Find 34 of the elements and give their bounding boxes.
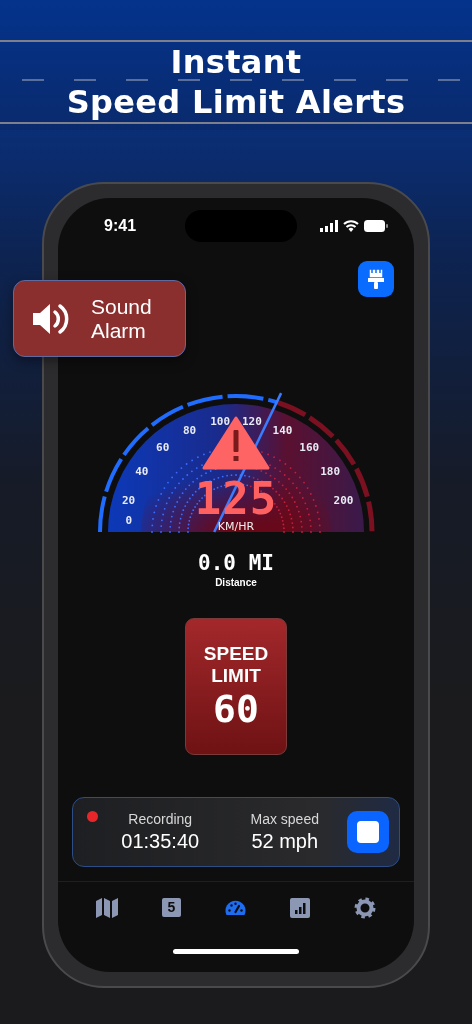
tab[interactable]: 5	[158, 894, 185, 921]
dial-label: 140	[272, 424, 293, 438]
gauge-icon	[225, 899, 246, 916]
settings-icon	[354, 896, 376, 919]
callout-text: Sound Alarm	[91, 294, 152, 343]
distance-label: Distance	[215, 577, 257, 588]
dial-label: 120	[241, 415, 262, 429]
brush-icon	[367, 268, 385, 290]
dial-label: 100	[210, 415, 231, 429]
signal-icon	[320, 220, 338, 232]
stop-button[interactable]	[347, 811, 389, 853]
dial-label: 180	[320, 465, 341, 479]
battery-icon	[364, 220, 388, 232]
dial-label: 160	[299, 441, 320, 455]
headline: Instant Speed Limit Alerts	[66, 42, 406, 122]
dial-label: 80	[182, 424, 197, 438]
stop-icon	[357, 821, 379, 843]
speed-limit-title: SPEED LIMIT	[203, 642, 269, 687]
speed-limit-value: 60	[213, 686, 259, 731]
stat-label: Recording	[128, 811, 193, 827]
distance-value: 0.0 MI	[198, 551, 274, 575]
chart-icon	[290, 897, 310, 918]
stat-label: Max speed	[250, 811, 319, 827]
dial-label: 200	[333, 494, 354, 508]
map-icon	[96, 897, 118, 918]
stat-value: 52 mph	[251, 830, 319, 853]
wifi-icon	[343, 220, 359, 232]
dial-label: 0	[125, 514, 132, 528]
theme-button[interactable]	[358, 261, 394, 297]
status-time: 9:41	[104, 217, 138, 235]
dial-label: 60	[156, 441, 170, 455]
dial-label: 40	[135, 465, 149, 479]
dial-label: 20	[121, 494, 136, 508]
stat-value: 01:35:40	[121, 830, 200, 853]
